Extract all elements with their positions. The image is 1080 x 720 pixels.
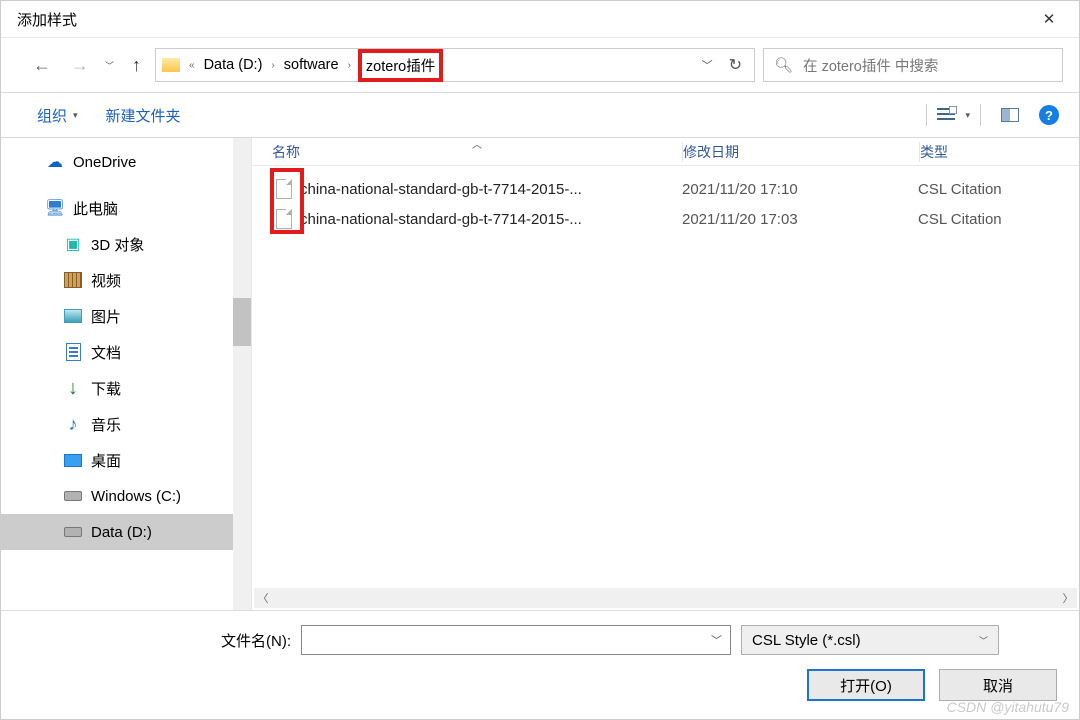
sidebar-3d-objects[interactable]: ▣ 3D 对象	[1, 226, 233, 262]
sidebar-label: OneDrive	[73, 154, 136, 171]
sidebar-onedrive[interactable]: ☁ OneDrive	[1, 144, 233, 180]
scrollbar-thumb[interactable]	[233, 298, 251, 346]
help-button[interactable]: ?	[1039, 105, 1059, 125]
cancel-button[interactable]: 取消	[939, 669, 1057, 701]
search-placeholder: 在 zotero插件 中搜索	[803, 55, 938, 76]
open-button[interactable]: 打开(O)	[807, 669, 925, 701]
sidebar-label: Data (D:)	[91, 524, 152, 541]
view-mode-button[interactable]: ▾	[926, 104, 981, 126]
file-name: china-national-standard-gb-t-7714-2015-.…	[300, 181, 582, 198]
download-icon: ↓	[63, 379, 83, 397]
filename-label: 文件名(N):	[1, 630, 291, 651]
chevron-down-icon: ▾	[73, 110, 78, 121]
search-icon: 🔍︎	[774, 56, 793, 74]
sidebar-label: 文档	[91, 342, 121, 363]
sidebar-label: 图片	[91, 306, 121, 327]
sidebar-label: 下载	[91, 378, 121, 399]
column-header-name[interactable]: 名称	[252, 142, 682, 162]
sidebar-label: 音乐	[91, 414, 121, 435]
list-view-icon	[937, 108, 955, 122]
chevron-right-icon[interactable]: «	[184, 60, 200, 71]
file-date: 2021/11/20 17:10	[682, 181, 918, 198]
sidebar-label: 桌面	[91, 450, 121, 471]
chevron-right-icon: ›	[343, 60, 356, 71]
sort-indicator-icon: ︿	[472, 136, 482, 151]
sidebar-videos[interactable]: 视频	[1, 262, 233, 298]
chevron-down-icon: ▾	[965, 110, 970, 121]
filetype-combo[interactable]: CSL Style (*.csl) ﹀	[741, 625, 999, 655]
file-row[interactable]: china-national-standard-gb-t-7714-2015-.…	[252, 174, 1079, 204]
breadcrumb-seg-2-highlight[interactable]: zotero插件	[358, 49, 443, 82]
refresh-button[interactable]: ↻	[729, 55, 748, 75]
sidebar-drive-d[interactable]: Data (D:)	[1, 514, 233, 550]
dialog-title: 添加样式	[17, 9, 1029, 30]
cube-icon: ▣	[63, 235, 83, 253]
path-dropdown[interactable]: ﹀	[702, 57, 713, 73]
music-icon: ♪	[63, 415, 83, 433]
sidebar-tree[interactable]: ☁ OneDrive 🖥 此电脑 ▣ 3D 对象 视频 图片 文档 ↓ 下载 ♪ 音乐…	[1, 138, 233, 610]
filename-history-dropdown[interactable]: ﹀	[711, 632, 722, 648]
desktop-icon	[63, 451, 83, 469]
breadcrumb[interactable]: « Data (D:) › software › zotero插件 ﹀ ↻	[155, 48, 755, 82]
preview-pane-button[interactable]	[1001, 108, 1019, 122]
picture-icon	[63, 307, 83, 325]
scroll-left-icon[interactable]: 〈	[254, 590, 272, 606]
filename-input[interactable]: ﹀	[301, 625, 731, 655]
file-date: 2021/11/20 17:03	[682, 211, 918, 228]
sidebar-pictures[interactable]: 图片	[1, 298, 233, 334]
sidebar-this-pc[interactable]: 🖥 此电脑	[1, 190, 233, 226]
onedrive-icon: ☁	[45, 153, 65, 171]
chevron-right-icon: ›	[266, 60, 279, 71]
history-dropdown[interactable]: ﹀	[105, 59, 114, 72]
scroll-right-icon[interactable]: 〉	[1059, 590, 1077, 606]
column-header-type[interactable]: 类型	[920, 142, 1079, 162]
new-folder-button[interactable]: 新建文件夹	[106, 105, 181, 126]
file-icon	[276, 179, 292, 199]
video-icon	[63, 271, 83, 289]
sidebar-label: 3D 对象	[91, 234, 144, 255]
forward-button[interactable]: →	[67, 53, 93, 78]
file-name: china-national-standard-gb-t-7714-2015-.…	[300, 211, 582, 228]
back-button[interactable]: ←	[29, 53, 55, 78]
sidebar-desktop[interactable]: 桌面	[1, 442, 233, 478]
file-row[interactable]: china-national-standard-gb-t-7714-2015-.…	[252, 204, 1079, 234]
sidebar-downloads[interactable]: ↓ 下载	[1, 370, 233, 406]
pc-icon: 🖥	[45, 199, 65, 217]
column-header-date[interactable]: 修改日期	[683, 142, 919, 162]
drive-icon	[63, 487, 83, 505]
close-button[interactable]: ✕	[1029, 10, 1069, 28]
sidebar-label: 此电脑	[73, 198, 118, 219]
file-icon	[276, 209, 292, 229]
file-list[interactable]: china-national-standard-gb-t-7714-2015-.…	[252, 166, 1079, 234]
watermark: CSDN @yitahutu79	[947, 699, 1069, 715]
sidebar-drive-c[interactable]: Windows (C:)	[1, 478, 233, 514]
sidebar-music[interactable]: ♪ 音乐	[1, 406, 233, 442]
breadcrumb-seg-1[interactable]: software	[282, 55, 341, 75]
horizontal-scrollbar[interactable]: 〈 〉	[254, 588, 1077, 608]
folder-icon	[162, 58, 180, 72]
sidebar-scrollbar[interactable]	[233, 138, 251, 610]
drive-icon	[63, 523, 83, 541]
search-input[interactable]: 🔍︎ 在 zotero插件 中搜索	[763, 48, 1063, 82]
file-type: CSL Citation	[918, 211, 1079, 228]
breadcrumb-seg-0[interactable]: Data (D:)	[202, 55, 265, 75]
sidebar-documents[interactable]: 文档	[1, 334, 233, 370]
document-icon	[63, 343, 83, 361]
sidebar-label: Windows (C:)	[91, 488, 181, 505]
chevron-down-icon: ﹀	[979, 634, 988, 647]
file-type: CSL Citation	[918, 181, 1079, 198]
organize-menu[interactable]: 组织 ▾	[37, 105, 78, 126]
up-button[interactable]: ↑	[126, 53, 147, 78]
filetype-label: CSL Style (*.csl)	[752, 632, 861, 649]
sidebar-label: 视频	[91, 270, 121, 291]
